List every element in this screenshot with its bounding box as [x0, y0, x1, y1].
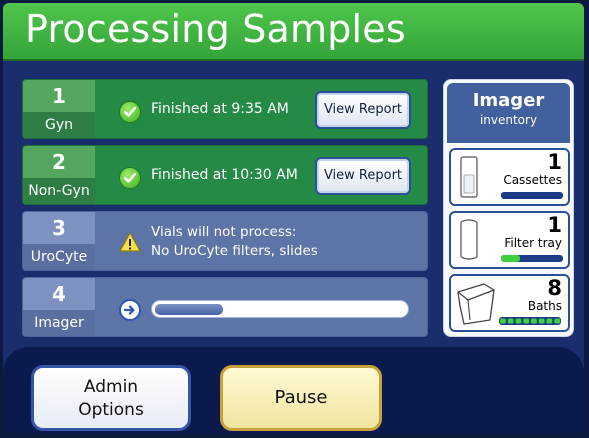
filter-tray-inventory-button[interactable]: 1 Filter tray [449, 211, 570, 269]
bath-icon [457, 283, 495, 325]
bath-slot [546, 318, 553, 324]
arrow-right-icon [119, 299, 141, 321]
bath-slot [515, 318, 522, 324]
batch-status-text: Finished at 10:30 AM [151, 167, 298, 183]
app-frame: Processing Samples 1 Gyn Finished at 9:3… [3, 3, 584, 433]
batch-row-urocyte: 3 UroCyte Vials will not process: No Uro… [22, 211, 428, 271]
warning-line-1: Vials will not process: [151, 224, 297, 240]
check-icon [119, 101, 141, 123]
batch-row-gyn: 1 Gyn Finished at 9:35 AM View Report [22, 79, 428, 139]
filter-tray-icon [460, 219, 478, 260]
cassettes-level-bar [501, 192, 563, 199]
cassettes-label: Cassettes [503, 173, 562, 187]
imager-inventory-panel: Imager inventory 1 Cassettes 1 Filter tr… [443, 79, 574, 337]
page-title: Processing Samples [25, 7, 406, 51]
header-bar: Processing Samples [3, 3, 584, 61]
batch-type-label: Gyn [23, 112, 95, 138]
level-fill [501, 255, 520, 262]
batch-type-label: Non-Gyn [23, 178, 95, 204]
bath-slot [507, 318, 514, 324]
imager-subtitle: inventory [479, 113, 538, 127]
batch-number: 1 [52, 84, 66, 108]
batch-number-cell: 3 UroCyte [23, 212, 95, 270]
batch-number: 3 [52, 216, 66, 240]
footer-bar: Admin Options Pause [3, 347, 584, 433]
baths-label: Baths [527, 299, 562, 313]
batch-type-label: Imager [23, 310, 95, 336]
bath-slot [523, 318, 530, 324]
bath-slot [554, 318, 561, 324]
pause-button[interactable]: Pause [220, 365, 382, 431]
progress-fill [155, 304, 223, 315]
baths-count: 8 [547, 276, 562, 300]
baths-level-indicator [499, 317, 561, 325]
cassettes-count: 1 [547, 150, 562, 174]
admin-options-line-1: Admin [83, 377, 139, 397]
view-report-button[interactable]: View Report [315, 91, 411, 129]
filter-tray-label: Filter tray [504, 236, 562, 250]
imager-progress-bar [151, 300, 409, 318]
batch-row-non-gyn: 2 Non-Gyn Finished at 10:30 AM View Repo… [22, 145, 428, 205]
imager-header: Imager inventory [447, 83, 570, 143]
warning-icon [119, 232, 141, 256]
batch-number-cell: 1 Gyn [23, 80, 95, 138]
imager-title: Imager [472, 90, 545, 111]
filter-tray-count: 1 [547, 213, 562, 237]
bath-slot [500, 318, 506, 324]
batch-number: 4 [52, 282, 66, 306]
baths-inventory-button[interactable]: 8 Baths [449, 274, 570, 332]
batch-warning-text: Vials will not process: No UroCyte filte… [151, 223, 318, 261]
batch-row-imager: 4 Imager [22, 277, 428, 337]
check-icon [119, 167, 141, 189]
batch-number-cell: 2 Non-Gyn [23, 146, 95, 204]
batch-type-label: UroCyte [23, 244, 95, 270]
filter-tray-level-bar [501, 255, 563, 262]
bath-slot [531, 318, 537, 324]
cassette-icon [460, 156, 478, 198]
warning-line-2: No UroCyte filters, slides [151, 243, 318, 259]
admin-options-line-2: Options [78, 400, 144, 420]
batch-status-text: Finished at 9:35 AM [151, 101, 289, 117]
cassettes-inventory-button[interactable]: 1 Cassettes [449, 148, 570, 206]
bath-slot [538, 318, 545, 324]
admin-options-button[interactable]: Admin Options [31, 365, 191, 431]
view-report-button[interactable]: View Report [315, 157, 411, 195]
batch-number-cell: 4 Imager [23, 278, 95, 336]
batch-number: 2 [52, 150, 66, 174]
